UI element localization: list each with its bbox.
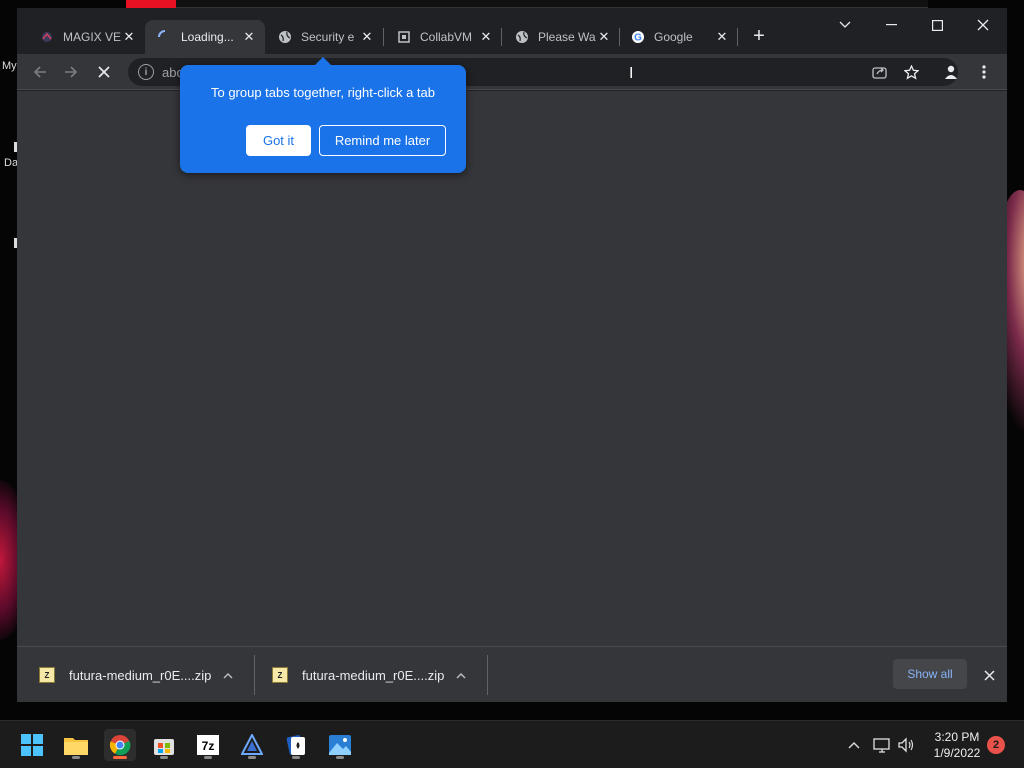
photos-icon[interactable] <box>324 729 356 761</box>
taskbar: 7z 3:20 PM 1/9/2022 2 <box>0 720 1024 768</box>
background-window-edge <box>176 0 928 8</box>
stop-loading-button[interactable] <box>91 59 117 85</box>
zip-file-icon: Z <box>272 667 288 683</box>
network-icon[interactable] <box>872 735 892 755</box>
collabvm-icon <box>396 29 412 45</box>
tab-label: Please Wa <box>538 30 596 44</box>
running-indicator <box>292 756 300 759</box>
tab-separator <box>737 28 738 46</box>
menu-kebab-icon[interactable] <box>971 59 997 85</box>
text-cursor-icon: I <box>629 64 634 82</box>
new-tab-button[interactable]: + <box>747 24 771 48</box>
google-icon: G <box>630 29 646 45</box>
solitaire-icon[interactable] <box>280 729 312 761</box>
tip-message: To group tabs together, right-click a ta… <box>210 85 435 100</box>
close-icon[interactable]: ✕ <box>359 29 375 45</box>
tab-label: Security e <box>301 30 355 44</box>
share-icon[interactable] <box>866 59 892 85</box>
running-indicator <box>72 756 80 759</box>
running-indicator <box>336 756 344 759</box>
profile-icon[interactable] <box>938 59 964 85</box>
running-indicator <box>204 756 212 759</box>
chrome-window: MAGIX VE ✕ Loading... ✕ Security e ✕ Col… <box>17 8 1007 702</box>
back-button[interactable] <box>27 59 53 85</box>
7zip-icon[interactable]: 7z <box>192 729 224 761</box>
tab-loading[interactable]: Loading... ✕ <box>145 20 265 54</box>
store-icon[interactable] <box>148 729 180 761</box>
tab-strip: MAGIX VE ✕ Loading... ✕ Security e ✕ Col… <box>17 8 1007 54</box>
chevron-up-icon[interactable] <box>223 668 233 682</box>
tab-google[interactable]: G Google ✕ <box>620 20 738 54</box>
close-window-button[interactable] <box>960 12 1006 38</box>
info-icon[interactable]: i <box>138 64 154 80</box>
close-shelf-icon[interactable] <box>979 665 999 685</box>
chevron-up-icon[interactable] <box>844 735 864 755</box>
tab-group-tip-bubble: To group tabs together, right-click a ta… <box>180 57 466 173</box>
remind-later-button[interactable]: Remind me later <box>319 125 446 156</box>
system-clock[interactable]: 3:20 PM 1/9/2022 <box>926 729 988 761</box>
minimize-button[interactable] <box>868 12 914 38</box>
globe-icon <box>514 29 530 45</box>
globe-icon <box>277 29 293 45</box>
clock-time: 3:20 PM <box>934 730 980 744</box>
chevron-up-icon[interactable] <box>456 668 466 682</box>
loading-spinner-icon <box>157 29 173 45</box>
bookmark-star-icon[interactable] <box>898 59 924 85</box>
download-separator <box>487 655 488 695</box>
tab-search-button[interactable] <box>822 12 868 38</box>
magix-icon <box>39 29 55 45</box>
tab-label: Google <box>654 30 693 44</box>
app-triangle-icon[interactable] <box>236 729 268 761</box>
got-it-button[interactable]: Got it <box>246 125 311 156</box>
tab-label: MAGIX VE <box>63 30 121 44</box>
close-icon[interactable]: ✕ <box>121 29 137 45</box>
download-item[interactable]: Z futura-medium_r0E....zip <box>272 647 466 702</box>
forward-button[interactable] <box>58 59 84 85</box>
start-button[interactable] <box>16 729 48 761</box>
page-content <box>17 91 1007 646</box>
desktop-icon-label-da[interactable]: Da <box>4 157 18 169</box>
volume-icon[interactable] <box>896 735 916 755</box>
show-all-button[interactable]: Show all <box>893 659 967 689</box>
notification-badge[interactable]: 2 <box>987 736 1005 754</box>
close-icon[interactable]: ✕ <box>241 29 257 45</box>
close-icon[interactable]: ✕ <box>714 29 730 45</box>
svg-text:G: G <box>634 33 642 44</box>
zip-file-icon: Z <box>39 667 55 683</box>
running-indicator <box>248 756 256 759</box>
desktop-icon-label-my[interactable]: My <box>2 60 17 72</box>
tab-label: CollabVM <box>420 30 473 44</box>
active-indicator <box>113 756 127 759</box>
tab-please-wait[interactable]: Please Wa ✕ <box>502 20 620 54</box>
clock-date: 1/9/2022 <box>933 746 981 760</box>
svg-text:7z: 7z <box>202 739 215 753</box>
download-filename: futura-medium_r0E....zip <box>302 667 445 683</box>
maximize-button[interactable] <box>914 12 960 38</box>
download-shelf: Z futura-medium_r0E....zip Z futura-medi… <box>17 646 1007 702</box>
close-icon[interactable]: ✕ <box>596 29 612 45</box>
browser-toolbar: i abo <box>17 54 1007 90</box>
file-explorer-icon[interactable] <box>60 729 92 761</box>
tab-security[interactable]: Security e ✕ <box>265 20 383 54</box>
download-item[interactable]: Z futura-medium_r0E....zip <box>39 647 233 702</box>
tab-collabvm[interactable]: CollabVM ✕ <box>384 20 502 54</box>
chrome-taskbar-icon[interactable] <box>104 729 136 761</box>
tab-label: Loading... <box>181 30 234 44</box>
download-filename: futura-medium_r0E....zip <box>69 667 212 683</box>
close-icon[interactable]: ✕ <box>478 29 494 45</box>
bubble-arrow <box>315 57 331 65</box>
download-separator <box>254 655 255 695</box>
tab-magix[interactable]: MAGIX VE ✕ <box>17 20 145 54</box>
running-indicator <box>160 756 168 759</box>
